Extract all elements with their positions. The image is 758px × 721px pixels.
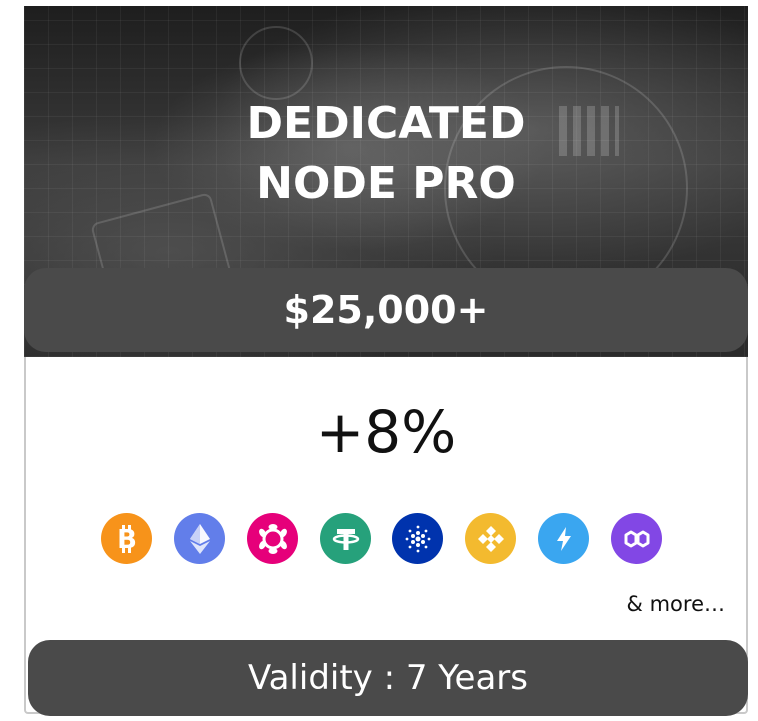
supported-coins: B: [0, 510, 758, 564]
cardano-icon: [392, 513, 443, 564]
plan-title-line2: NODE PRO: [256, 158, 516, 209]
bitcoin-icon: B: [101, 513, 152, 564]
price-badge: $25,000+: [24, 268, 748, 352]
polkadot-icon: [247, 513, 298, 564]
svg-text:B: B: [117, 525, 137, 555]
lightning-icon: [538, 513, 589, 564]
polygon-icon: [611, 513, 662, 564]
ethereum-icon: [174, 513, 225, 564]
validity-label: Validity : 7 Years: [247, 658, 529, 698]
hero-decor-circle-small: [239, 26, 313, 100]
price-label: $25,000+: [283, 288, 489, 332]
plan-title-line1: DEDICATED: [246, 98, 526, 149]
validity-badge: Validity : 7 Years: [28, 640, 748, 716]
more-coins-label: & more…: [626, 592, 725, 616]
rate-value: +8%: [315, 398, 457, 466]
tether-icon: [320, 513, 371, 564]
binance-icon: [465, 513, 516, 564]
plan-title: DEDICATED NODE PRO: [24, 94, 748, 214]
